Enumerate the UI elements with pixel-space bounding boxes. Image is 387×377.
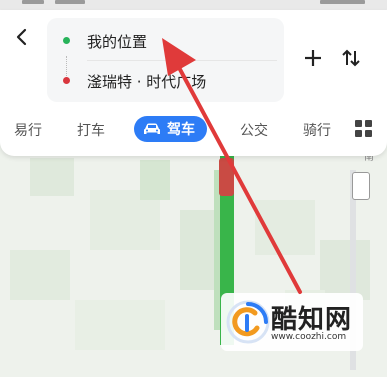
plus-icon	[305, 50, 321, 66]
end-location-label: 滏瑞特 · 时代广场	[87, 73, 207, 91]
tab-easy-travel[interactable]: 易行	[14, 120, 42, 140]
tab-bus[interactable]: 公交	[240, 120, 268, 140]
tab-drive-label: 驾车	[167, 122, 195, 138]
map-block	[75, 300, 165, 350]
grid-icon	[355, 120, 362, 127]
watermark-url: www.coozhi.com	[271, 332, 347, 342]
map-control[interactable]	[352, 172, 370, 200]
map-block	[10, 250, 70, 300]
start-location-label: 我的位置	[87, 33, 148, 51]
grid-icon	[355, 130, 362, 137]
map-block	[180, 210, 218, 290]
back-button[interactable]	[8, 24, 34, 50]
route-input-box: 我的位置 滏瑞特 · 时代广场	[47, 18, 284, 102]
swap-route-button[interactable]	[338, 45, 364, 71]
more-modes-button[interactable]	[355, 120, 375, 140]
map-block	[320, 240, 370, 300]
route-traffic-segment	[219, 158, 234, 196]
map-block	[140, 160, 170, 200]
end-dot-icon	[63, 77, 70, 84]
grid-icon	[365, 130, 372, 137]
map-block	[255, 200, 315, 255]
back-arrow-icon	[16, 28, 27, 46]
start-dot-icon	[63, 37, 70, 44]
tab-drive[interactable]: 驾车	[134, 116, 207, 142]
car-icon	[142, 122, 162, 136]
start-location-field[interactable]: 我的位置	[47, 20, 284, 60]
map-block	[30, 158, 74, 196]
tab-bike[interactable]: 骑行	[303, 120, 331, 140]
end-location-field[interactable]: 滏瑞特 · 时代广场	[47, 60, 284, 100]
watermark: 酷知网 www.coozhi.com	[221, 293, 363, 351]
add-waypoint-button[interactable]	[300, 45, 326, 71]
grid-icon	[365, 120, 372, 127]
watermark-name: 酷知网	[271, 305, 353, 335]
tab-taxi[interactable]: 打车	[77, 120, 105, 140]
route-header: 我的位置 滏瑞特 · 时代广场 易行 打车 驾车 公交 骑行	[0, 10, 387, 156]
swap-icon	[342, 49, 360, 67]
travel-mode-tabs: 易行 打车 驾车 公交 骑行	[0, 114, 387, 150]
coozhi-logo-icon	[226, 300, 270, 344]
